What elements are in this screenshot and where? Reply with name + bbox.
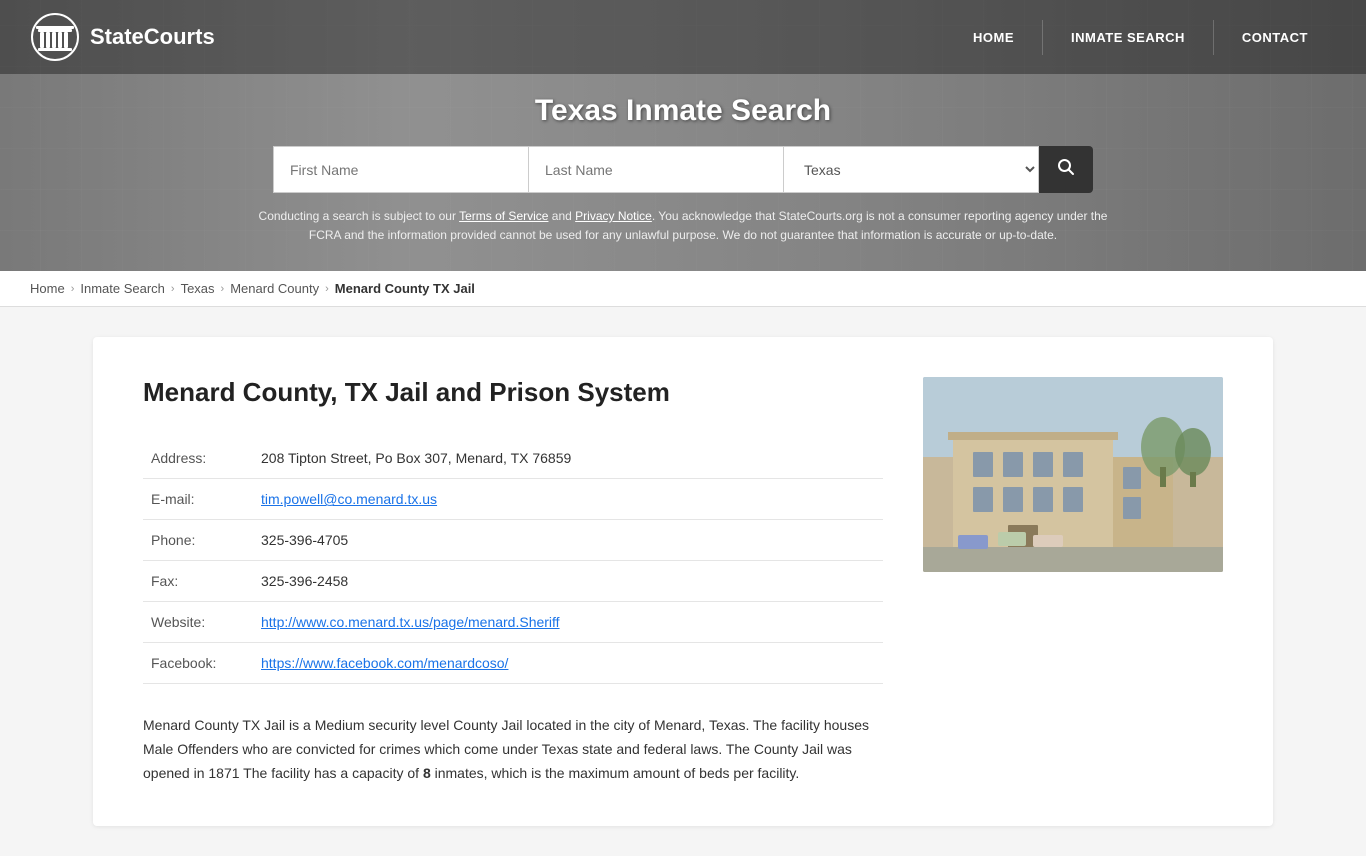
- terms-link[interactable]: Terms of Service: [459, 209, 548, 223]
- content-left: Menard County, TX Jail and Prison System…: [143, 377, 883, 785]
- facebook-label: Facebook:: [143, 643, 253, 684]
- breadcrumb-sep-2: ›: [171, 283, 175, 295]
- breadcrumb-county[interactable]: Menard County: [230, 281, 319, 296]
- table-row-facebook: Facebook: https://www.facebook.com/menar…: [143, 643, 883, 684]
- nav-inmate-search[interactable]: INMATE SEARCH: [1042, 20, 1213, 55]
- address-value: 208 Tipton Street, Po Box 307, Menard, T…: [253, 438, 883, 479]
- first-name-input[interactable]: [273, 146, 529, 193]
- logo-icon: [30, 12, 80, 62]
- privacy-link[interactable]: Privacy Notice: [575, 209, 652, 223]
- address-label: Address:: [143, 438, 253, 479]
- jail-image: [923, 377, 1223, 572]
- nav-home[interactable]: HOME: [945, 20, 1042, 55]
- table-row-email: E-mail: tim.powell@co.menard.tx.us: [143, 479, 883, 520]
- header: StateCourts HOME INMATE SEARCH CONTACT T…: [0, 0, 1366, 271]
- table-row-address: Address: 208 Tipton Street, Po Box 307, …: [143, 438, 883, 479]
- facebook-value: https://www.facebook.com/menardcoso/: [253, 643, 883, 684]
- email-value: tim.powell@co.menard.tx.us: [253, 479, 883, 520]
- state-select[interactable]: Select State Alabama Alaska Arizona Arka…: [784, 146, 1039, 193]
- main-content: Menard County, TX Jail and Prison System…: [93, 337, 1273, 825]
- breadcrumb: Home › Inmate Search › Texas › Menard Co…: [0, 271, 1366, 307]
- breadcrumb-sep-1: ›: [71, 283, 75, 295]
- nav-contact[interactable]: CONTACT: [1213, 20, 1336, 55]
- search-button[interactable]: [1039, 146, 1093, 193]
- email-label: E-mail:: [143, 479, 253, 520]
- breadcrumb-state[interactable]: Texas: [181, 281, 215, 296]
- search-bar: Select State Alabama Alaska Arizona Arka…: [273, 146, 1093, 193]
- description-text: Menard County TX Jail is a Medium securi…: [143, 714, 883, 785]
- phone-value: 325-396-4705: [253, 520, 883, 561]
- nav-links: HOME INMATE SEARCH CONTACT: [945, 20, 1336, 55]
- breadcrumb-current: Menard County TX Jail: [335, 281, 475, 296]
- info-table: Address: 208 Tipton Street, Po Box 307, …: [143, 438, 883, 684]
- breadcrumb-inmate-search[interactable]: Inmate Search: [80, 281, 165, 296]
- facebook-link[interactable]: https://www.facebook.com/menardcoso/: [261, 655, 508, 671]
- breadcrumb-home[interactable]: Home: [30, 281, 65, 296]
- hero-title: Texas Inmate Search: [30, 94, 1336, 128]
- fax-label: Fax:: [143, 561, 253, 602]
- email-link[interactable]: tim.powell@co.menard.tx.us: [261, 491, 437, 507]
- disclaimer-text: Conducting a search is subject to our Te…: [253, 207, 1113, 261]
- search-icon: [1057, 158, 1075, 176]
- table-row-website: Website: http://www.co.menard.tx.us/page…: [143, 602, 883, 643]
- fax-value: 325-396-2458: [253, 561, 883, 602]
- navbar: StateCourts HOME INMATE SEARCH CONTACT: [0, 0, 1366, 74]
- logo-text: StateCourts: [90, 24, 215, 50]
- jail-image-svg: [923, 377, 1223, 572]
- website-value: http://www.co.menard.tx.us/page/menard.S…: [253, 602, 883, 643]
- table-row-phone: Phone: 325-396-4705: [143, 520, 883, 561]
- table-row-fax: Fax: 325-396-2458: [143, 561, 883, 602]
- last-name-input[interactable]: [529, 146, 784, 193]
- page-title: Menard County, TX Jail and Prison System: [143, 377, 883, 408]
- content-right: [923, 377, 1223, 785]
- phone-label: Phone:: [143, 520, 253, 561]
- breadcrumb-sep-3: ›: [221, 283, 225, 295]
- logo-link[interactable]: StateCourts: [30, 12, 215, 62]
- capacity-number: 8: [423, 765, 431, 781]
- website-link[interactable]: http://www.co.menard.tx.us/page/menard.S…: [261, 614, 560, 630]
- website-label: Website:: [143, 602, 253, 643]
- breadcrumb-sep-4: ›: [325, 283, 329, 295]
- hero-section: Texas Inmate Search Select State Alabama…: [0, 74, 1366, 271]
